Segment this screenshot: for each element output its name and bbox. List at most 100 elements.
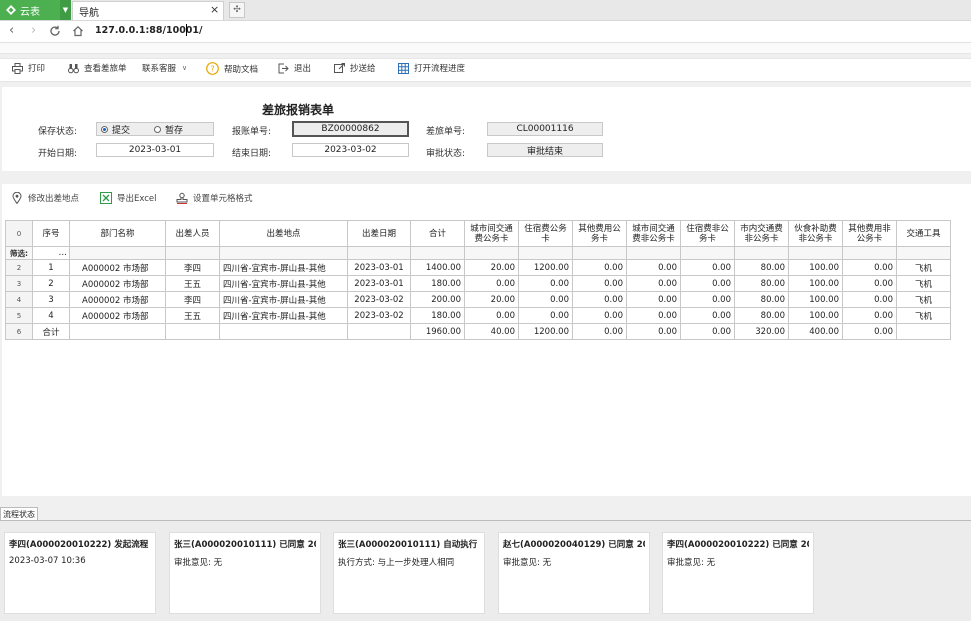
table-cell[interactable]: 合计 <box>32 323 70 340</box>
table-cell[interactable]: 4 <box>32 307 70 324</box>
table-cell[interactable]: 0.00 <box>518 275 573 292</box>
forward-icon[interactable]: › <box>31 23 36 38</box>
refresh-icon[interactable] <box>49 25 61 37</box>
column-header[interactable]: 其他费用公务卡 <box>572 220 627 247</box>
table-cell[interactable]: A000002 市场部 <box>69 275 166 292</box>
table-cell[interactable]: 0.00 <box>680 323 735 340</box>
filter-cell[interactable] <box>680 246 735 260</box>
table-cell[interactable]: 2 <box>32 275 70 292</box>
table-cell[interactable]: 0.00 <box>518 291 573 308</box>
reimburse-no-field[interactable]: BZ00000862 <box>292 121 409 137</box>
back-icon[interactable]: ‹ <box>9 23 14 38</box>
table-cell[interactable]: 李四 <box>165 259 220 276</box>
table-cell[interactable]: A000002 市场部 <box>69 259 166 276</box>
view-travel-order-button[interactable]: 查看差旅单 <box>68 62 127 74</box>
table-cell[interactable]: 2023-03-02 <box>347 291 411 308</box>
workflow-step-card[interactable]: 张三(A000020010111) 自动执行 202 执行方式: 与上一步处理人相… <box>333 532 485 614</box>
table-cell[interactable]: 80.00 <box>734 259 789 276</box>
home-icon[interactable] <box>72 25 84 37</box>
tab-navigation[interactable]: 导航 <box>72 1 224 20</box>
table-cell[interactable]: 0.00 <box>842 323 897 340</box>
new-tab-icon[interactable]: ✣ <box>229 2 245 18</box>
table-cell[interactable]: 飞机 <box>896 259 951 276</box>
table-cell[interactable]: 0.00 <box>626 291 681 308</box>
table-cell[interactable]: A000002 市场部 <box>69 291 166 308</box>
filter-cell[interactable] <box>572 246 627 260</box>
filter-cell[interactable] <box>69 246 166 260</box>
table-cell[interactable]: 0.00 <box>680 275 735 292</box>
table-cell[interactable]: 20.00 <box>464 291 519 308</box>
approval-status-field[interactable]: 审批结束 <box>487 143 603 157</box>
table-cell[interactable]: 四川省-宜宾市-屏山县-其他 <box>219 291 348 308</box>
column-header[interactable]: 出差日期 <box>347 220 411 247</box>
table-cell[interactable]: 飞机 <box>896 291 951 308</box>
export-excel-button[interactable]: 导出Excel <box>100 192 157 204</box>
workflow-step-card[interactable]: 赵七(A000020040129) 已同意 2023- 审批意见: 无 <box>498 532 650 614</box>
filter-cell[interactable] <box>518 246 573 260</box>
table-cell[interactable]: 0.00 <box>842 307 897 324</box>
table-cell[interactable]: 王五 <box>165 307 220 324</box>
travel-no-field[interactable]: CL00001116 <box>487 122 603 136</box>
table-cell[interactable]: 80.00 <box>734 291 789 308</box>
column-header[interactable]: 合计 <box>410 220 465 247</box>
table-cell[interactable]: 飞机 <box>896 275 951 292</box>
edit-location-button[interactable]: 修改出差地点 <box>12 192 79 204</box>
table-cell[interactable]: A000002 市场部 <box>69 307 166 324</box>
workflow-step-card[interactable]: 张三(A000020010111) 已同意 2023- 审批意见: 无 <box>169 532 321 614</box>
submit-radio[interactable]: 提交 <box>101 123 130 136</box>
table-cell[interactable]: 20.00 <box>464 259 519 276</box>
column-header[interactable]: 住宿费公务卡 <box>518 220 573 247</box>
close-tab-icon[interactable]: × <box>210 3 219 16</box>
table-cell[interactable]: 80.00 <box>734 307 789 324</box>
cell-format-button[interactable]: 设置单元格格式 <box>176 192 253 204</box>
filter-cell[interactable] <box>347 246 411 260</box>
table-cell[interactable] <box>165 323 220 340</box>
draft-radio[interactable]: 暂存 <box>154 123 183 136</box>
table-cell[interactable]: 100.00 <box>788 259 843 276</box>
help-docs-button[interactable]: ? 帮助文档 <box>206 62 258 75</box>
column-header[interactable]: 市内交通费非公务卡 <box>734 220 789 247</box>
table-cell[interactable]: 1960.00 <box>410 323 465 340</box>
filter-cell[interactable] <box>788 246 843 260</box>
filter-cell[interactable] <box>165 246 220 260</box>
table-cell[interactable]: 0.00 <box>842 275 897 292</box>
table-cell[interactable]: 0.00 <box>572 259 627 276</box>
end-date-field[interactable]: 2023-03-02 <box>292 143 409 157</box>
column-header[interactable]: 出差人员 <box>165 220 220 247</box>
table-cell[interactable]: 四川省-宜宾市-屏山县-其他 <box>219 259 348 276</box>
start-date-field[interactable]: 2023-03-01 <box>96 143 214 157</box>
table-cell[interactable]: 0.00 <box>842 259 897 276</box>
table-cell[interactable]: 200.00 <box>410 291 465 308</box>
column-header[interactable]: 城市间交通费非公务卡 <box>626 220 681 247</box>
table-cell[interactable] <box>347 323 411 340</box>
table-cell[interactable]: 李四 <box>165 291 220 308</box>
table-cell[interactable]: 0.00 <box>626 259 681 276</box>
filter-cell[interactable] <box>896 246 951 260</box>
table-cell[interactable]: 0.00 <box>680 259 735 276</box>
print-button[interactable]: 打印 <box>12 62 45 74</box>
column-header[interactable]: 出差地点 <box>219 220 348 247</box>
table-cell[interactable]: 0.00 <box>572 323 627 340</box>
column-header[interactable]: 序号 <box>32 220 70 247</box>
table-cell[interactable]: 100.00 <box>788 275 843 292</box>
column-header[interactable]: 伙食补助费非公务卡 <box>788 220 843 247</box>
table-cell[interactable]: 180.00 <box>410 275 465 292</box>
table-cell[interactable]: 0.00 <box>518 307 573 324</box>
open-workflow-progress-button[interactable]: 打开流程进度 <box>398 62 465 74</box>
column-header[interactable]: 城市间交通费公务卡 <box>464 220 519 247</box>
column-header[interactable]: 其他费用非公务卡 <box>842 220 897 247</box>
table-cell[interactable]: 400.00 <box>788 323 843 340</box>
table-cell[interactable]: 0.00 <box>572 291 627 308</box>
table-cell[interactable]: 0.00 <box>464 307 519 324</box>
table-cell[interactable]: 四川省-宜宾市-屏山县-其他 <box>219 307 348 324</box>
table-cell[interactable]: 1400.00 <box>410 259 465 276</box>
table-cell[interactable]: 80.00 <box>734 275 789 292</box>
app-dropdown-icon[interactable]: ▼ <box>60 0 71 20</box>
table-cell[interactable]: 320.00 <box>734 323 789 340</box>
cc-to-button[interactable]: 抄送给 <box>334 62 376 74</box>
table-cell[interactable]: 飞机 <box>896 307 951 324</box>
filter-cell[interactable] <box>410 246 465 260</box>
column-header[interactable]: 交通工具 <box>896 220 951 247</box>
table-cell[interactable]: 40.00 <box>464 323 519 340</box>
workflow-step-card[interactable]: 李四(A000020010222) 发起流程 2023-03-07 10:36 <box>4 532 156 614</box>
